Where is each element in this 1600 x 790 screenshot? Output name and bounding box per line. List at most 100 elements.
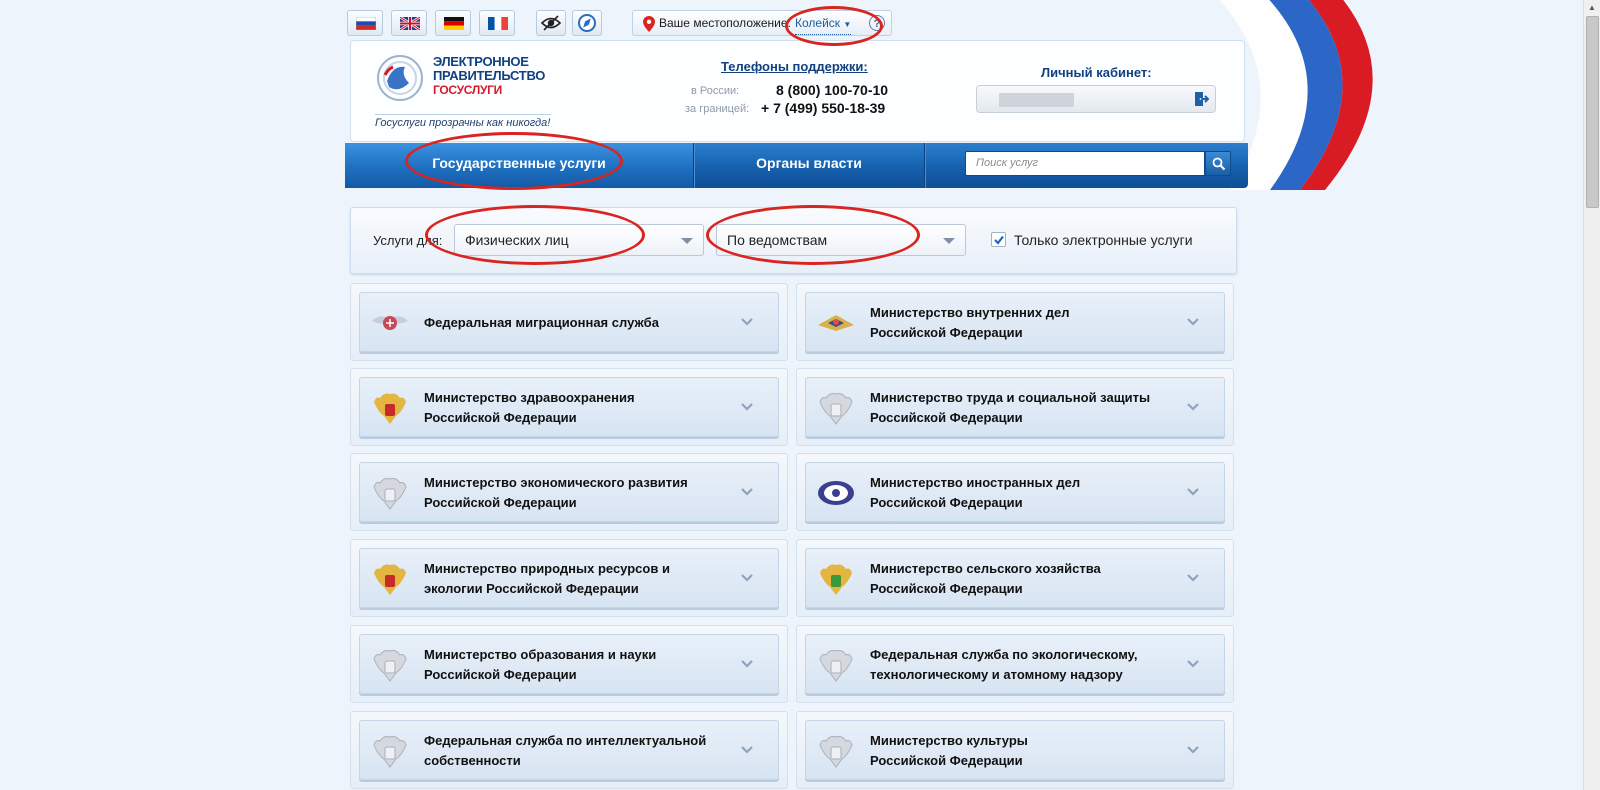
accessibility-button[interactable] (536, 10, 566, 36)
service-card-title: Министерство здравоохранения Российской Ф… (424, 378, 734, 438)
service-card-title-line-2: собственности (424, 753, 521, 768)
agency-emblem-icon (814, 301, 858, 345)
service-card-title-line-1: Федеральная миграционная служба (424, 315, 659, 330)
agency-emblem-icon (368, 557, 412, 601)
service-card-wrapper: Министерство иностранных дел Российской Ф… (796, 453, 1234, 531)
agency-emblem-icon (368, 301, 412, 345)
service-card-title-line-1: Министерство культуры (870, 733, 1028, 748)
service-card-wrapper: Министерство внутренних дел Российской Фе… (796, 283, 1234, 361)
service-card[interactable]: Министерство здравоохранения Российской Ф… (359, 377, 779, 437)
service-card[interactable]: Министерство сельского хозяйства Российск… (805, 548, 1225, 608)
personal-cabinet-title: Личный кабинет: (1041, 65, 1152, 80)
chevron-down-icon[interactable] (1186, 573, 1200, 583)
service-card[interactable]: Министерство труда и социальной защиты Ро… (805, 377, 1225, 437)
support-phones-link[interactable]: Телефоны поддержки: (721, 59, 868, 74)
location-city-name: Колейск (795, 16, 841, 30)
logo-title[interactable]: ЭЛЕКТРОННОЕ ПРАВИТЕЛЬСТВО ГОСУСЛУГИ (433, 55, 546, 98)
audience-select[interactable]: Физических лиц (454, 224, 704, 256)
service-card[interactable]: Министерство иностранных дел Российской Ф… (805, 462, 1225, 522)
chevron-down-icon: ▼ (843, 20, 852, 29)
service-card-title-line-1: Министерство образования и науки (424, 647, 657, 662)
scrollbar-thumb[interactable] (1586, 16, 1599, 208)
service-card-wrapper: Федеральная служба по интеллектуальной со… (350, 711, 788, 789)
search-input[interactable]: Поиск услуг (965, 151, 1205, 176)
tab-government-services[interactable]: Государственные услуги (345, 143, 693, 188)
chevron-down-icon[interactable] (740, 573, 754, 583)
electronic-only-label[interactable]: Только электронные услуги (1014, 232, 1193, 248)
chevron-down-icon[interactable] (1186, 745, 1200, 755)
scroll-up-arrow-icon[interactable]: ▲ (1584, 0, 1600, 16)
service-card-wrapper: Министерство здравоохранения Российской Ф… (350, 368, 788, 446)
language-en-button[interactable] (391, 10, 427, 36)
agency-emblem-icon (814, 557, 858, 601)
service-card[interactable]: Федеральная служба по экологическому, тех… (805, 634, 1225, 694)
main-nav: Государственные услуги Органы власти Пои… (345, 143, 1248, 188)
service-card-title-line-1: Министерство здравоохранения (424, 390, 635, 405)
service-card-title-line-1: Министерство сельского хозяйства (870, 561, 1101, 576)
phone-russia-label: в России: (691, 85, 740, 97)
checkmark-icon (994, 235, 1004, 245)
service-card-title: Министерство иностранных дел Российской Ф… (870, 463, 1180, 523)
service-card-wrapper: Федеральная миграционная служба (350, 283, 788, 361)
location-city-link[interactable]: Колейск ▼ (795, 14, 852, 35)
logo-line-2: ПРАВИТЕЛЬСТВО (433, 68, 546, 83)
service-card-title-line-2: Российской Федерации (424, 495, 577, 510)
chevron-down-icon[interactable] (740, 659, 754, 669)
language-ru-button[interactable] (347, 10, 383, 36)
service-card-wrapper: Министерство экономического развития Росс… (350, 453, 788, 531)
chevron-down-icon (681, 238, 693, 244)
help-icon[interactable]: ? (869, 15, 885, 31)
service-card-title-line-2: Российской Федерации (424, 410, 577, 425)
tab-authorities[interactable]: Органы власти (694, 143, 924, 188)
service-card-title-line-1: Министерство экономического развития (424, 475, 688, 490)
blurred-username (999, 93, 1074, 107)
chevron-down-icon[interactable] (1186, 487, 1200, 497)
compass-button[interactable] (572, 10, 602, 36)
chevron-down-icon[interactable] (740, 745, 754, 755)
logout-door-icon[interactable] (1193, 91, 1209, 107)
service-card-title-line-2: экологии Российской Федерации (424, 581, 639, 596)
uk-flag-icon (400, 17, 420, 30)
russian-flag-icon (356, 17, 376, 30)
service-card[interactable]: Министерство экономического развития Росс… (359, 462, 779, 522)
chevron-down-icon[interactable] (740, 402, 754, 412)
location-label: Ваше местоположение: (659, 16, 791, 30)
service-card[interactable]: Министерство внутренних дел Российской Фе… (805, 292, 1225, 352)
search-icon (1212, 157, 1226, 171)
site-header: ЭЛЕКТРОННОЕ ПРАВИТЕЛЬСТВО ГОСУСЛУГИ Госу… (350, 40, 1245, 142)
chevron-down-icon[interactable] (1186, 317, 1200, 327)
service-card-title: Министерство внутренних дел Российской Фе… (870, 293, 1180, 353)
support-phones-title: Телефоны поддержки (721, 59, 864, 74)
personal-cabinet-user-field[interactable] (976, 85, 1216, 113)
gosuslugi-logo-icon[interactable] (375, 53, 425, 103)
agency-emblem-icon (368, 471, 412, 515)
service-card[interactable]: Министерство образования и науки Российск… (359, 634, 779, 694)
vertical-scrollbar[interactable]: ▲ (1583, 0, 1600, 790)
grouping-select[interactable]: По ведомствам (716, 224, 966, 256)
service-card[interactable]: Федеральная служба по интеллектуальной со… (359, 720, 779, 780)
service-card[interactable]: Министерство природных ресурсов и экологи… (359, 548, 779, 608)
language-de-button[interactable] (435, 10, 471, 36)
service-card[interactable]: Министерство культуры Российской Федераци… (805, 720, 1225, 780)
chevron-down-icon[interactable] (1186, 402, 1200, 412)
compass-icon (578, 14, 596, 32)
service-card[interactable]: Федеральная миграционная служба (359, 292, 779, 352)
chevron-down-icon[interactable] (740, 487, 754, 497)
service-card-title-line-2: Российской Федерации (870, 753, 1023, 768)
service-card-title-line-1: Министерство труда и социальной защиты (870, 390, 1151, 405)
chevron-down-icon[interactable] (740, 317, 754, 327)
nav-divider (924, 143, 925, 188)
chevron-down-icon (943, 238, 955, 244)
service-card-title: Министерство образования и науки Российск… (424, 635, 734, 695)
electronic-only-checkbox[interactable] (991, 232, 1006, 247)
service-card-title: Министерство экономического развития Росс… (424, 463, 734, 523)
chevron-down-icon[interactable] (1186, 659, 1200, 669)
service-card-title-line-2: технологическому и атомному надзору (870, 667, 1123, 682)
agency-emblem-icon (814, 386, 858, 430)
audience-select-value: Физических лиц (465, 232, 569, 248)
service-card-wrapper: Министерство образования и науки Российск… (350, 625, 788, 703)
service-card-title-line-1: Министерство природных ресурсов и (424, 561, 670, 576)
search-button[interactable] (1205, 151, 1231, 176)
german-flag-icon (444, 17, 464, 30)
language-fr-button[interactable] (479, 10, 515, 36)
